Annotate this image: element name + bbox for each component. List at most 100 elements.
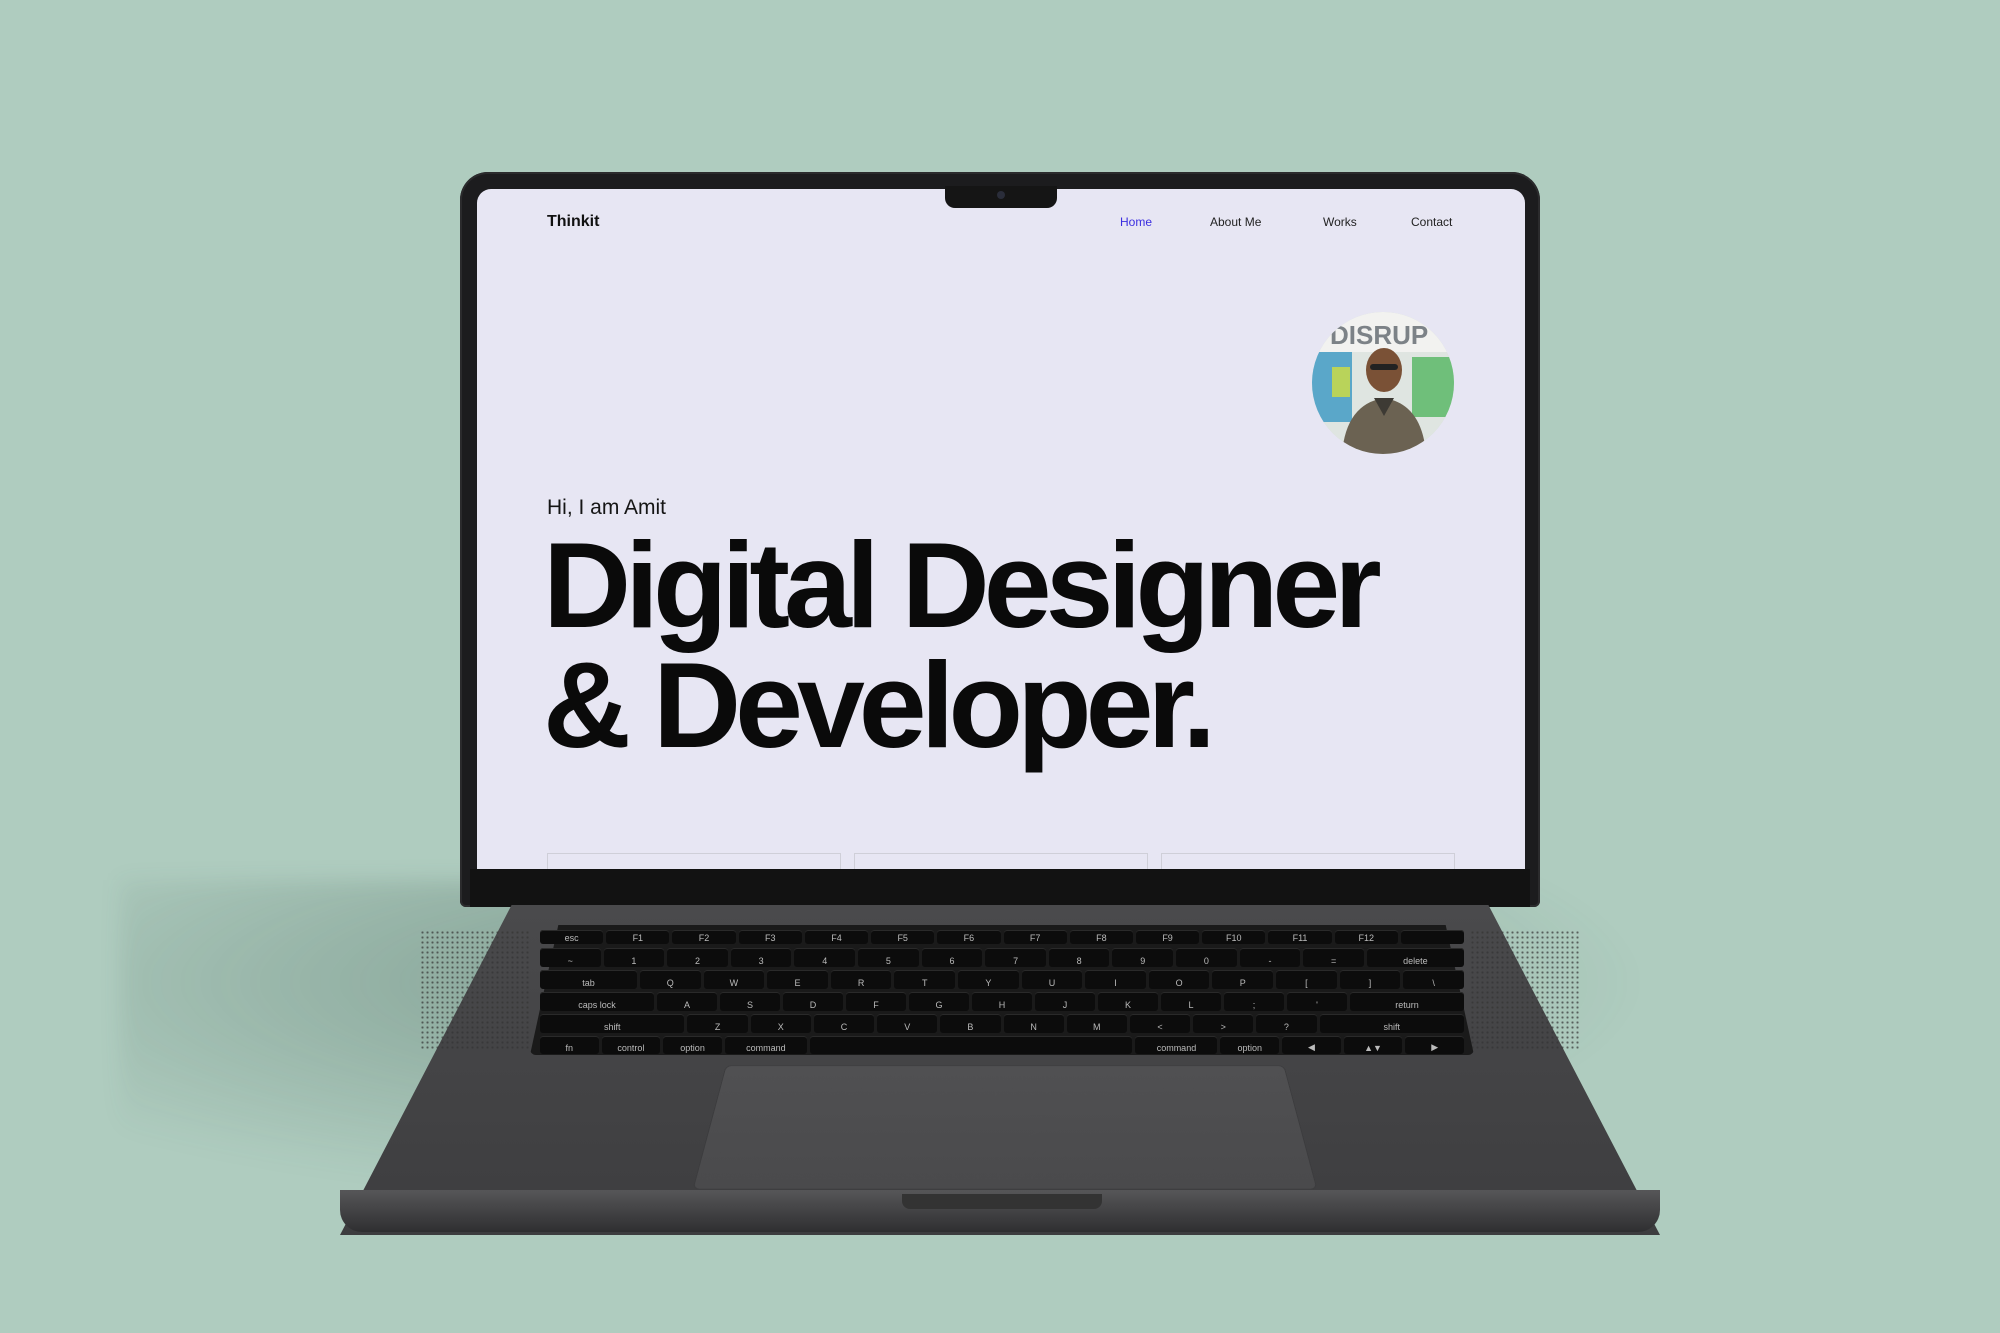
site-logo[interactable]: Thinkit: [547, 213, 599, 231]
profile-avatar: DISRUP: [1312, 312, 1454, 454]
key[interactable]: esc: [540, 930, 604, 944]
key[interactable]: N: [1003, 1014, 1064, 1033]
key[interactable]: Y: [958, 970, 1019, 989]
key[interactable]: F3: [738, 930, 802, 944]
key[interactable]: 3: [730, 948, 792, 967]
tab-key[interactable]: tab: [540, 970, 637, 989]
key[interactable]: 6: [921, 948, 983, 967]
nav-home-link[interactable]: Home: [1120, 215, 1152, 229]
key[interactable]: J: [1035, 992, 1095, 1011]
key[interactable]: L: [1161, 992, 1221, 1011]
key[interactable]: 9: [1112, 948, 1174, 967]
screen-bottom-bezel: [470, 869, 1530, 907]
key[interactable]: >: [1193, 1014, 1254, 1033]
key[interactable]: Z: [687, 1014, 748, 1033]
key[interactable]: V: [877, 1014, 938, 1033]
key-row-numbers: ~ 1 2 3 4 5 6 7 8 9 0 - = delete: [540, 948, 1464, 967]
key-row-function: esc F1 F2 F3 F4 F5 F6 F7 F8 F9 F10 F11 F…: [540, 930, 1465, 944]
key[interactable]: K: [1098, 992, 1158, 1011]
trackpad[interactable]: [692, 1065, 1318, 1190]
key[interactable]: F5: [871, 930, 935, 944]
key[interactable]: E: [767, 970, 828, 989]
right-speaker-grille: [1470, 930, 1580, 1050]
avatar-sign-text: DISRUP: [1330, 320, 1428, 350]
key[interactable]: S: [720, 992, 780, 1011]
key-row-shift: shift Z X C V B N M < > ? shift: [540, 1014, 1464, 1033]
key[interactable]: \: [1403, 970, 1464, 989]
left-shift-key[interactable]: shift: [540, 1014, 685, 1033]
key[interactable]: F2: [672, 930, 736, 944]
command-key[interactable]: command: [1135, 1036, 1218, 1054]
key[interactable]: D: [783, 992, 843, 1011]
key[interactable]: I: [1085, 970, 1146, 989]
arrow-left-key[interactable]: ◀: [1282, 1036, 1341, 1054]
space-bar[interactable]: [809, 1036, 1133, 1054]
key[interactable]: A: [657, 992, 717, 1011]
key[interactable]: W: [703, 970, 765, 989]
touch-id-key[interactable]: [1400, 930, 1465, 944]
key[interactable]: 5: [858, 948, 919, 967]
command-key[interactable]: command: [724, 1036, 807, 1054]
key[interactable]: -: [1239, 948, 1301, 967]
key[interactable]: <: [1129, 1014, 1191, 1033]
hero-line-1: Digital Designer: [543, 517, 1382, 653]
return-key[interactable]: return: [1350, 992, 1464, 1011]
key[interactable]: U: [1021, 970, 1083, 989]
nav-works-link[interactable]: Works: [1323, 215, 1357, 229]
website-screen: Thinkit Home About Me Works Contact DISR…: [477, 189, 1525, 869]
keyboard-keys: esc F1 F2 F3 F4 F5 F6 F7 F8 F9 F10 F11 F…: [540, 930, 1465, 1054]
arrow-right-key[interactable]: ▶: [1405, 1036, 1464, 1054]
key[interactable]: =: [1303, 948, 1364, 967]
hero-headline: Digital Designer & Developer.: [543, 517, 1382, 766]
key[interactable]: C: [813, 1014, 875, 1033]
key[interactable]: F9: [1135, 930, 1200, 944]
key[interactable]: P: [1212, 970, 1274, 989]
key[interactable]: [: [1276, 970, 1337, 989]
key[interactable]: M: [1066, 1014, 1127, 1033]
key[interactable]: T: [894, 970, 956, 989]
key[interactable]: ]: [1339, 970, 1401, 989]
nav-about-link[interactable]: About Me: [1210, 215, 1261, 229]
feature-card-3[interactable]: [1161, 853, 1455, 869]
key[interactable]: X: [750, 1014, 811, 1033]
key[interactable]: 2: [667, 948, 728, 967]
key[interactable]: F6: [937, 930, 1001, 944]
key[interactable]: F11: [1268, 930, 1332, 944]
key[interactable]: F10: [1202, 930, 1266, 944]
key[interactable]: ': [1287, 992, 1347, 1011]
delete-key[interactable]: delete: [1366, 948, 1464, 967]
caps-lock-key[interactable]: caps lock: [540, 992, 654, 1011]
key[interactable]: ;: [1224, 992, 1284, 1011]
camera-icon: [997, 191, 1005, 199]
option-key[interactable]: option: [1220, 1036, 1280, 1054]
option-key[interactable]: option: [663, 1036, 722, 1054]
key[interactable]: ~: [540, 948, 601, 967]
key[interactable]: 1: [603, 948, 665, 967]
feature-card-2[interactable]: [854, 853, 1148, 869]
key[interactable]: F4: [804, 930, 869, 944]
key[interactable]: 8: [1048, 948, 1110, 967]
nav-contact-link[interactable]: Contact: [1411, 215, 1452, 229]
key[interactable]: R: [830, 970, 892, 989]
key[interactable]: O: [1148, 970, 1210, 989]
right-shift-key[interactable]: shift: [1319, 1014, 1464, 1033]
key[interactable]: F7: [1003, 930, 1067, 944]
key[interactable]: 7: [985, 948, 1046, 967]
key[interactable]: 0: [1176, 948, 1237, 967]
key[interactable]: Q: [639, 970, 701, 989]
left-speaker-grille: [420, 930, 530, 1050]
feature-card-1[interactable]: [547, 853, 841, 869]
key[interactable]: F1: [606, 930, 670, 944]
arrow-up-down-key[interactable]: ▲▼: [1343, 1036, 1403, 1054]
key[interactable]: 4: [794, 948, 856, 967]
key-row-qwerty: tab Q W E R T Y U I O P [ ] \: [540, 970, 1464, 989]
key[interactable]: ?: [1256, 1014, 1317, 1033]
key[interactable]: G: [909, 992, 969, 1011]
fn-key[interactable]: fn: [540, 1036, 599, 1054]
key[interactable]: F12: [1334, 930, 1398, 944]
control-key[interactable]: control: [601, 1036, 661, 1054]
key[interactable]: H: [972, 992, 1032, 1011]
key[interactable]: F8: [1069, 930, 1133, 944]
key[interactable]: F: [846, 992, 906, 1011]
key[interactable]: B: [940, 1014, 1001, 1033]
